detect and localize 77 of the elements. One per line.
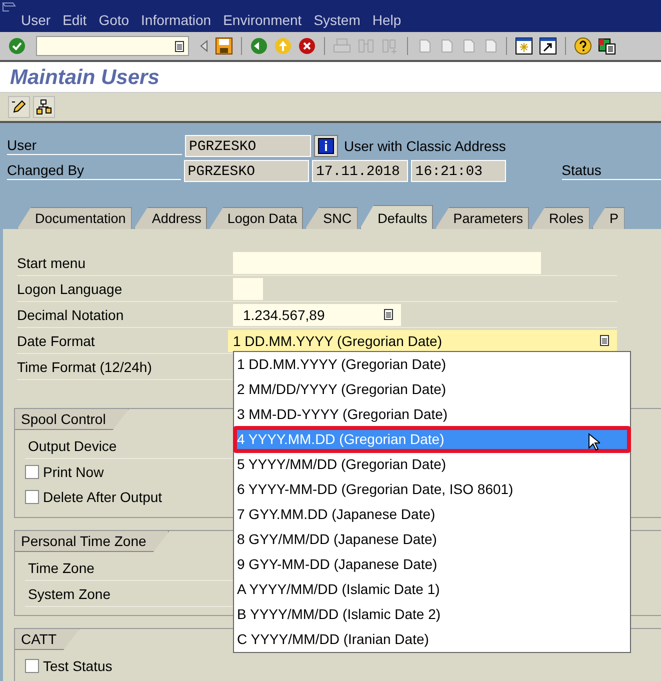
checkbox-label: Delete After Output <box>43 488 162 504</box>
dropdown-option[interactable]: A YYYY/MM/DD (Islamic Date 1) <box>234 577 630 602</box>
checkbox-label: Test Status <box>43 658 112 674</box>
dropdown-option[interactable]: 3 MM-DD-YYYY (Gregorian Date) <box>234 402 630 427</box>
shortcut-icon[interactable] <box>539 37 557 55</box>
enter-icon[interactable] <box>8 37 26 55</box>
time-field: 16:21:03 <box>411 160 506 182</box>
menu-item[interactable]: Goto <box>98 12 130 28</box>
group-title: Spool Control <box>15 409 129 430</box>
layout-icon[interactable] <box>598 37 616 55</box>
cancel-icon[interactable] <box>298 37 316 55</box>
date-field: 17.11.2018 <box>312 160 408 182</box>
menu-item[interactable]: Environment <box>223 12 302 28</box>
tab[interactable]: Defaults <box>360 205 434 229</box>
field-label: Output Device <box>27 438 117 454</box>
menu-item[interactable]: Help <box>372 12 402 28</box>
tab[interactable]: SNC <box>305 207 358 229</box>
info-button[interactable] <box>314 134 338 156</box>
menu-item[interactable]: Information <box>141 12 212 28</box>
input-field[interactable] <box>233 278 263 300</box>
checkbox[interactable] <box>25 658 39 672</box>
field-label: System Zone <box>27 586 110 602</box>
field-label: Start menu <box>17 254 86 270</box>
tab[interactable]: Parameters <box>435 207 529 229</box>
field-label: Date Format <box>17 332 96 348</box>
tab[interactable]: Roles <box>530 207 590 229</box>
triangle-left-icon[interactable] <box>199 39 209 53</box>
menu-item[interactable]: Edit <box>62 12 87 28</box>
menu-item[interactable]: User <box>21 12 51 28</box>
dropdown-option[interactable]: 2 MM/DD/YYYY (Gregorian Date) <box>234 377 630 402</box>
window-menu-icon[interactable] <box>2 2 16 12</box>
field-label: Decimal Notation <box>17 306 125 322</box>
tab[interactable]: P <box>592 207 625 229</box>
pencil-icon <box>11 99 27 115</box>
screen-title: Maintain Users <box>10 66 160 90</box>
dropdown-field[interactable]: 1 DD.MM.YYYY (Gregorian Date) <box>228 330 617 352</box>
list-icon[interactable] <box>175 40 184 52</box>
dropdown-option[interactable]: 6 YYYY-MM-DD (Gregorian Date, ISO 8601) <box>234 477 630 502</box>
field-label: User <box>7 136 182 154</box>
tab[interactable]: Logon Data <box>209 207 304 229</box>
dropdown-option[interactable]: 9 GYY-MM-DD (Japanese Date) <box>234 552 630 577</box>
group-title: CATT <box>15 629 80 650</box>
list-icon <box>600 335 609 346</box>
dropdown-option[interactable]: 1 DD.MM.YYYY (Gregorian Date) <box>234 352 630 377</box>
dropdown-option[interactable]: 8 GYY/MM/DD (Japanese Date) <box>234 527 630 552</box>
dropdown-option[interactable]: B YYYY/MM/DD (Islamic Date 2) <box>234 602 630 627</box>
dropdown-option[interactable]: 7 GYY.MM.DD (Japanese Date) <box>234 502 630 527</box>
field-label: Changed By <box>7 162 181 180</box>
menu-item[interactable]: System <box>314 12 360 28</box>
hierarchy-icon <box>36 99 52 115</box>
edit-button[interactable] <box>8 96 30 118</box>
tab[interactable]: Documentation <box>17 207 132 229</box>
input-field[interactable] <box>233 252 541 274</box>
tab[interactable]: Address <box>134 207 208 229</box>
info-icon <box>318 138 334 154</box>
dropdown-field[interactable]: 1.234.567,89 <box>233 304 401 326</box>
new-window-icon[interactable] <box>515 37 533 55</box>
changed-by-field: PGRZESKO <box>184 160 309 182</box>
back-icon[interactable] <box>250 37 268 55</box>
save-icon[interactable] <box>215 37 233 55</box>
mouse-pointer-icon <box>588 433 600 451</box>
list-icon <box>384 309 393 320</box>
dropdown-option[interactable]: C YYYY/MM/DD (Iranian Date) <box>234 627 630 652</box>
field-label: Time Zone <box>27 560 94 576</box>
help-icon[interactable] <box>574 37 592 55</box>
field-label: Status <box>562 162 661 180</box>
hierarchy-button[interactable] <box>33 96 55 118</box>
checkbox-label: Print Now <box>43 464 104 480</box>
checkbox[interactable] <box>25 490 39 504</box>
user-field: PGRZESKO <box>185 134 311 156</box>
address-type-text: User with Classic Address <box>344 138 506 154</box>
checkbox[interactable] <box>25 464 39 478</box>
group-title: Personal Time Zone <box>15 531 170 552</box>
field-label: Logon Language <box>17 280 124 296</box>
dropdown-option[interactable]: 5 YYYY/MM/DD (Gregorian Date) <box>234 452 630 477</box>
field-label: Time Format (12/24h) <box>17 358 153 374</box>
command-field[interactable] <box>36 36 189 56</box>
